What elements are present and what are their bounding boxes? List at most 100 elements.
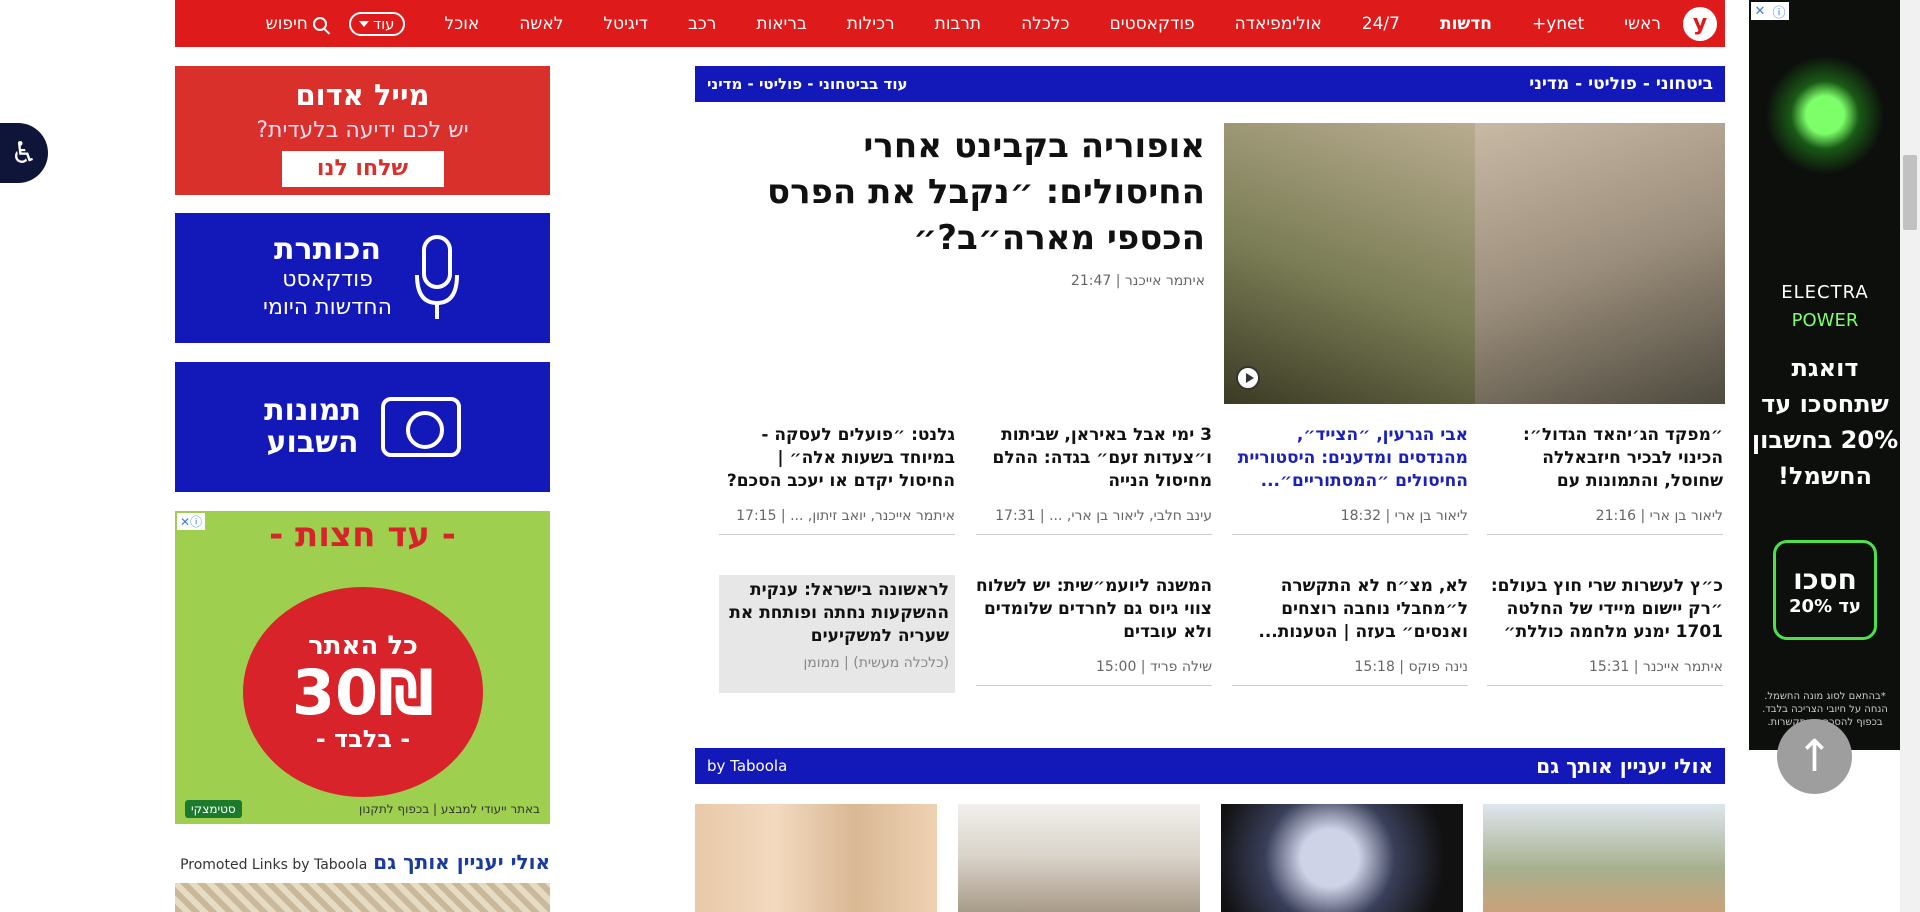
nav-item-food[interactable]: אוכל xyxy=(445,14,480,34)
nav-item-24-7[interactable]: 24/7 xyxy=(1362,14,1400,34)
electra-ad[interactable]: ⓘ ✕ ELECTRA POWER דואגת שתחסכו עד 20% בחש… xyxy=(1749,0,1901,750)
hero-article: אופוריה בקבינט אחרי החיסולים: ״נקבל את ה… xyxy=(710,123,1205,289)
nav-item-culture[interactable]: תרבות xyxy=(935,14,981,34)
article-title[interactable]: גלנט: ״פועלים לעסקה - במיוחד בשעות אלה״ … xyxy=(719,424,955,496)
ynet-logo[interactable]: y xyxy=(1683,6,1717,41)
promoted-links[interactable]: Promoted Links by Taboola xyxy=(180,857,367,873)
podcast-line1: פודקאסט xyxy=(282,267,373,292)
taboola-image[interactable] xyxy=(958,804,1200,912)
taboola-header: אולי יעניין אותך גם by Taboola xyxy=(695,748,1725,784)
top-nav: y ראשי ynet+ חדשות 24/7 אולימפיאדה פודקא… xyxy=(175,0,1725,47)
hero-meta: איתמר אייכנר | 21:47 xyxy=(1070,273,1205,289)
article-meta: איתמר אייכנר | 15:31 xyxy=(1487,659,1723,686)
taboola-image[interactable] xyxy=(1483,804,1725,912)
podcast-line2: החדשות היומי xyxy=(263,295,392,320)
scroll-to-top-button[interactable]: ↑ xyxy=(1777,719,1852,794)
price-tag: כל האתר 30₪ - בלבד - xyxy=(243,587,483,797)
promoted-header: אולי יעניין אותך גם Promoted Links by Ta… xyxy=(175,850,550,874)
more-label: עוד xyxy=(372,14,395,33)
page: y ראשי ynet+ חדשות 24/7 אולימפיאדה פודקא… xyxy=(0,0,1920,912)
nav-item-women[interactable]: לאשה xyxy=(519,14,563,34)
ad-cta-button[interactable]: חסכו עד 20% xyxy=(1773,540,1877,640)
nav-item-digital[interactable]: דיגיטל xyxy=(603,14,648,34)
taboola-image[interactable] xyxy=(1221,804,1463,912)
red-mail-subtitle: יש לכם ידיעה בלעדית? xyxy=(256,118,469,143)
camera-icon xyxy=(380,397,461,457)
nav-item-news[interactable]: חדשות xyxy=(1440,14,1492,34)
list-item: אבי הגרעין, ״הצייד״, מהנדסים ומדענים: הי… xyxy=(1232,424,1468,535)
photos-title: תמונות xyxy=(264,393,361,428)
scrollbar-thumb[interactable] xyxy=(1903,155,1917,230)
nav-item-podcasts[interactable]: פודקאסטים xyxy=(1109,14,1194,34)
chevron-down-icon xyxy=(358,20,369,27)
ad-brand: סטימצקי xyxy=(185,800,242,818)
taboola-title[interactable]: אולי יעניין אותך גם xyxy=(1536,754,1713,778)
nav-item-olympics[interactable]: אולימפיאדה xyxy=(1235,14,1322,34)
nav-item-health[interactable]: בריאות xyxy=(756,14,806,34)
play-icon[interactable] xyxy=(1236,366,1260,390)
article-meta: איתמר אייכנר, יואב זיתון, ... | 17:15 xyxy=(719,508,955,535)
article-title[interactable]: כ״ץ לעשרות שרי חוץ בעולם: ״רק יישום מייד… xyxy=(1487,575,1723,647)
list-item: לא, מצ״ח לא התקשרה ל״מחבלי נוחבה רוצחים … xyxy=(1232,575,1468,686)
article-title[interactable]: אבי הגרעין, ״הצייד״, מהנדסים ומדענים: הי… xyxy=(1232,424,1468,496)
red-mail-title: מייל אדום xyxy=(295,78,430,112)
list-item: 3 ימי אבל באיראן, שביתות ו״צעדות זעם״ בג… xyxy=(976,424,1212,535)
article-meta: נינה פוקס | 15:18 xyxy=(1232,659,1468,686)
hero-image[interactable] xyxy=(1224,123,1725,404)
hero-author: איתמר אייכנר xyxy=(1124,273,1205,289)
podcast-box[interactable]: הכותרת פודקאסט החדשות היומי xyxy=(175,213,550,343)
nav-item-economy[interactable]: כלכלה xyxy=(1021,14,1069,34)
hero-photo-right xyxy=(1475,123,1725,404)
section-more-link[interactable]: עוד בביטחוני - פוליטי - מדיני xyxy=(707,75,908,93)
electra-logo-icon xyxy=(1765,55,1885,175)
list-item: המשנה ליועמ״שית: יש לשלוח צווי גיוס גם ל… xyxy=(976,575,1212,686)
sponsored-item[interactable]: לראשונה בישראל: ענקית ההשקעות נחתה ופותח… xyxy=(719,575,955,693)
article-title[interactable]: ״מפקד הג׳יהאד הגדול״: הכינוי לבכיר חיזבא… xyxy=(1487,424,1723,496)
taboola-image[interactable] xyxy=(695,804,937,912)
article-meta: עינב חלבי, ליאור בן ארי, ... | 17:31 xyxy=(976,508,1212,535)
search-label: חיפוש xyxy=(265,13,308,34)
promoted-title[interactable]: אולי יעניין אותך גם xyxy=(373,850,550,874)
ad-brand2: POWER xyxy=(1791,310,1859,331)
ad-choices-icon[interactable]: ⓘ✕ xyxy=(1751,2,1789,21)
promoted-image[interactable] xyxy=(175,883,550,912)
nav-item-ynet-plus[interactable]: ynet+ xyxy=(1532,14,1584,34)
red-mail-box[interactable]: מייל אדום יש לכם ידיעה בלעדית? שלחו לנו xyxy=(175,66,550,195)
cta-line1: חסכו xyxy=(1793,563,1857,596)
taboola-by[interactable]: by Taboola xyxy=(707,757,787,775)
article-meta: ליאור בן ארי | 21:16 xyxy=(1487,508,1723,535)
list-item: גלנט: ״פועלים לעסקה - במיוחד בשעות אלה״ … xyxy=(719,424,955,535)
nav-item-home[interactable]: ראשי xyxy=(1624,14,1661,34)
article-title[interactable]: לא, מצ״ח לא התקשרה ל״מחבלי נוחבה רוצחים … xyxy=(1232,575,1468,647)
hero-title[interactable]: אופוריה בקבינט אחרי החיסולים: ״נקבל את ה… xyxy=(710,123,1205,261)
ad-header: - עד חצות - xyxy=(269,515,456,555)
section-header: ביטחוני - פוליטי - מדיני עוד בביטחוני - … xyxy=(695,66,1725,102)
article-title[interactable]: המשנה ליועמ״שית: יש לשלוח צווי גיוס גם ל… xyxy=(976,575,1212,647)
hero-photo-left xyxy=(1224,123,1475,404)
nav-item-cars[interactable]: רכב xyxy=(688,14,716,34)
photos-box[interactable]: תמונות השבוע xyxy=(175,362,550,492)
article-title[interactable]: 3 ימי אבל באיראן, שביתות ו״צעדות זעם״ בג… xyxy=(976,424,1212,496)
sponsored-meta: (כלכלה מעשית) | ממומן xyxy=(803,655,949,671)
send-tip-button[interactable]: שלחו לנו xyxy=(281,151,444,187)
hero-time: 21:47 xyxy=(1070,273,1112,289)
photos-line2: השבוע xyxy=(266,425,359,460)
section-title[interactable]: ביטחוני - פוליטי - מדיני xyxy=(1529,74,1713,94)
scrollbar[interactable] xyxy=(1900,0,1920,912)
search-icon xyxy=(312,16,327,31)
ad-brand: ELECTRA xyxy=(1781,282,1869,303)
list-item: ״מפקד הג׳יהאד הגדול״: הכינוי לבכיר חיזבא… xyxy=(1487,424,1723,535)
ad-line3: - בלבד - xyxy=(315,725,411,753)
steimatzky-ad[interactable]: ⓘ✕ - עד חצות - כל האתר 30₪ - בלבד - באתר… xyxy=(175,511,550,824)
accessibility-icon[interactable]: ♿ xyxy=(0,123,48,183)
ad-footer: באתר ייעודי למבצע | בכפוף לתקנון xyxy=(359,802,540,816)
cta-line2: עד 20% xyxy=(1789,596,1861,617)
sponsored-title[interactable]: לראשונה בישראל: ענקית ההשקעות נחתה ופותח… xyxy=(725,579,949,651)
article-meta: שילה פריד | 15:00 xyxy=(976,659,1212,686)
podcast-title: הכותרת xyxy=(274,232,381,267)
microphone-icon xyxy=(414,235,459,319)
more-menu-button[interactable]: עוד xyxy=(348,11,405,36)
search-button[interactable]: חיפוש xyxy=(266,14,327,34)
ad-choices-icon[interactable]: ⓘ✕ xyxy=(177,513,206,530)
nav-item-gossip[interactable]: רכילות xyxy=(847,14,895,34)
